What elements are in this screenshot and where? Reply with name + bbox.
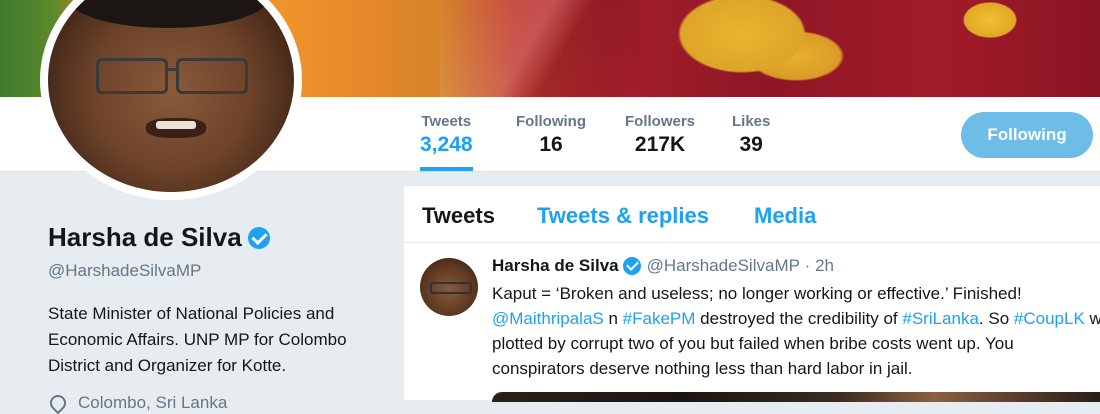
timeline: Tweets Tweets & replies Media Harsha de … [404, 186, 1100, 402]
verified-badge-icon [622, 257, 641, 275]
stat-tweets[interactable]: Tweets 3,248 [420, 113, 473, 171]
hashtag-link[interactable]: #FakePM [623, 309, 696, 328]
stat-label: Tweets [421, 113, 472, 130]
tab-tweets-replies[interactable]: Tweets & replies [537, 203, 709, 229]
timeline-tabs: Tweets Tweets & replies Media [404, 186, 1100, 243]
hashtag-link[interactable]: #CoupLK [1014, 309, 1085, 328]
tweet-text-segment: destroyed the credibility of [695, 309, 903, 328]
tweet-text-segment: n [603, 309, 623, 328]
tweet-text-segment: w [1089, 309, 1100, 328]
tweet-line: conspirators deserve nothing less than h… [492, 359, 913, 378]
flag-lion-emblem-2 [930, 0, 1050, 60]
tweet-author-name[interactable]: Harsha de Silva [492, 256, 619, 276]
stat-label: Followers [625, 113, 696, 130]
profile-handle[interactable]: @HarshadeSilvaMP [48, 261, 388, 281]
profile-card: Harsha de Silva @HarshadeSilvaMP State M… [46, 222, 388, 414]
stat-value: 39 [739, 133, 763, 156]
mention-link[interactable]: @MaithripalaS [492, 309, 604, 328]
stat-following[interactable]: Following 16 [516, 113, 586, 157]
profile-name[interactable]: Harsha de Silva [48, 222, 242, 253]
tweet-timestamp[interactable]: 2h [815, 256, 834, 276]
stat-value: 16 [539, 133, 563, 156]
tweet-item[interactable]: Harsha de Silva @HarshadeSilvaMP · 2h Ka… [404, 242, 1100, 402]
tweet-header: Harsha de Silva @HarshadeSilvaMP · 2h [492, 256, 834, 276]
location-text: Colombo, Sri Lanka [78, 393, 228, 412]
profile-name-row: Harsha de Silva [48, 222, 388, 253]
stat-value: 3,248 [420, 133, 473, 156]
following-button[interactable]: Following [961, 112, 1093, 158]
tweet-separator: · [799, 256, 816, 275]
stat-label: Following [516, 113, 586, 130]
profile-bio: State Minister of National Policies and … [48, 304, 347, 375]
tweet-line: plotted by corrupt two of you but failed… [492, 334, 1014, 353]
stat-likes[interactable]: Likes 39 [732, 113, 770, 157]
stat-value: 217K [634, 133, 686, 156]
stat-label: Likes [732, 113, 771, 130]
avatar-photo [48, 0, 294, 192]
tweet-text: Kaput = ‘Broken and useless; no longer w… [492, 281, 1100, 381]
flag-fold-shading [440, 0, 640, 97]
stat-followers[interactable]: Followers 217K [625, 113, 695, 157]
tweet-text-segment: . So [978, 309, 1014, 328]
flag-lion-emblem [670, 0, 850, 97]
tab-media[interactable]: Media [754, 203, 816, 229]
tab-tweets[interactable]: Tweets [422, 203, 495, 229]
tweet-line: Kaput = ‘Broken and useless; no longer w… [492, 284, 1022, 303]
profile-location: Colombo, Sri Lanka [46, 391, 388, 414]
tweet-line: @MaithripalaS n #FakePM destroyed the cr… [492, 306, 1100, 331]
tweet-avatar[interactable] [420, 258, 478, 316]
tweet-author-handle[interactable]: @HarshadeSilvaMP [647, 256, 800, 276]
tweet-media-preview[interactable] [492, 392, 1100, 402]
location-pin-icon [46, 391, 70, 414]
verified-badge-icon [247, 226, 270, 249]
hashtag-link[interactable]: #SriLanka [902, 309, 979, 328]
